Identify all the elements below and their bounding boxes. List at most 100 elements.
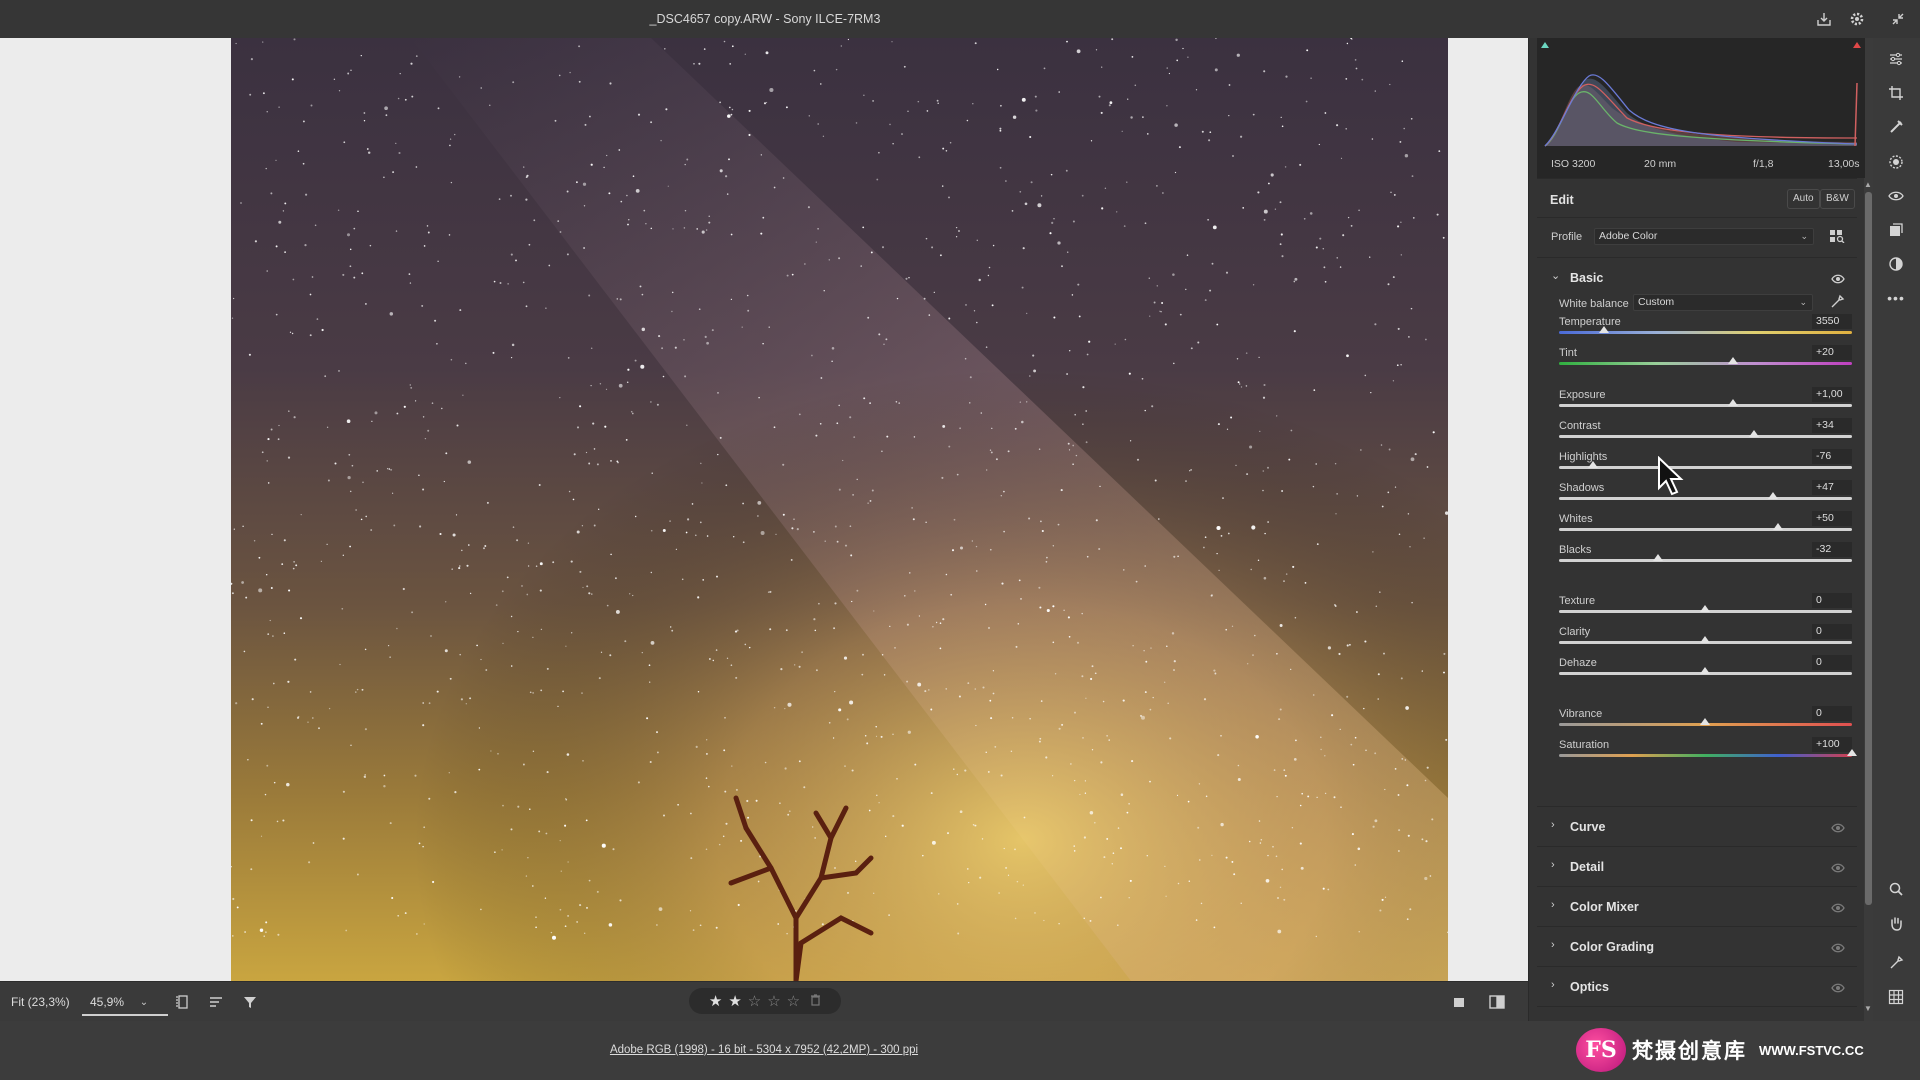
section-title[interactable]: Detail	[1570, 860, 1604, 874]
gear-icon[interactable]	[1847, 9, 1867, 29]
chevron-right-icon[interactable]: ›	[1551, 819, 1555, 831]
star-icon[interactable]: ★	[709, 994, 722, 1009]
snapshots-icon[interactable]	[1885, 253, 1907, 275]
hand-icon[interactable]	[1885, 912, 1907, 934]
star-icon[interactable]: ★	[728, 994, 741, 1009]
section-title[interactable]: Color Mixer	[1570, 900, 1639, 914]
slider-value-field[interactable]: +20	[1812, 345, 1852, 360]
scroll-up-icon[interactable]: ▲	[1864, 180, 1872, 189]
slider-thumb[interactable]	[1767, 492, 1778, 499]
slider-exposure[interactable]: Exposure +1,00	[1559, 387, 1852, 419]
chevron-right-icon[interactable]: ›	[1551, 939, 1555, 951]
slider-thumb[interactable]	[1699, 636, 1710, 643]
photo-preview[interactable]	[231, 38, 1448, 981]
collapse-icon[interactable]	[1888, 9, 1908, 29]
scrollbar-thumb[interactable]	[1865, 192, 1872, 905]
star-icon[interactable]: ☆	[767, 994, 780, 1009]
slider-thumb[interactable]	[1699, 718, 1710, 725]
healing-icon[interactable]	[1885, 116, 1907, 138]
slider-value-field[interactable]: +34	[1812, 418, 1852, 433]
filter-icon[interactable]	[239, 992, 261, 1012]
slider-track[interactable]	[1559, 362, 1852, 365]
slider-dehaze[interactable]: Dehaze 0	[1559, 655, 1852, 687]
bw-button[interactable]: B&W	[1820, 189, 1855, 209]
slider-blacks[interactable]: Blacks -32	[1559, 542, 1852, 574]
slider-track[interactable]	[1559, 466, 1852, 469]
panel-scrollbar[interactable]: ▲ ▼	[1864, 180, 1873, 1015]
fit-zoom-button[interactable]: Fit (23,3%)	[11, 995, 70, 1009]
slider-track[interactable]	[1559, 497, 1852, 500]
zoom-dropdown-icon[interactable]: ⌄	[133, 992, 155, 1012]
slider-track[interactable]	[1559, 528, 1852, 531]
slider-thumb[interactable]	[1773, 523, 1784, 530]
slider-value-field[interactable]: +47	[1812, 480, 1852, 495]
filmstrip-icon[interactable]	[171, 992, 193, 1012]
more-icon[interactable]: •••	[1885, 287, 1907, 309]
masking-icon[interactable]	[1885, 151, 1907, 173]
chevron-right-icon[interactable]: ›	[1551, 979, 1555, 991]
slider-track[interactable]	[1559, 754, 1852, 757]
slider-value-field[interactable]: +100	[1812, 737, 1852, 752]
slider-clarity[interactable]: Clarity 0	[1559, 624, 1852, 656]
red-eye-icon[interactable]	[1885, 185, 1907, 207]
image-canvas[interactable]	[0, 38, 1528, 981]
slider-thumb[interactable]	[1699, 667, 1710, 674]
slider-thumb[interactable]	[1652, 554, 1663, 561]
eye-icon[interactable]	[1831, 942, 1845, 953]
slider-thumb[interactable]	[1847, 749, 1857, 756]
slider-value-field[interactable]: -76	[1812, 449, 1852, 464]
slider-value-field[interactable]: 0	[1812, 624, 1852, 639]
section-color-mixer[interactable]: › Color Mixer	[1537, 887, 1857, 927]
chevron-right-icon[interactable]: ›	[1551, 899, 1555, 911]
slider-highlights[interactable]: Highlights -76	[1559, 449, 1852, 481]
crop-icon[interactable]	[1885, 82, 1907, 104]
slider-value-field[interactable]: 3550	[1812, 314, 1852, 329]
export-icon[interactable]	[1814, 9, 1834, 29]
single-view-icon[interactable]	[1448, 992, 1470, 1012]
slider-shadows[interactable]: Shadows +47	[1559, 480, 1852, 512]
eye-icon[interactable]	[1831, 982, 1845, 993]
zoom-field[interactable]: 45,9%	[82, 988, 168, 1016]
slider-texture[interactable]: Texture 0	[1559, 593, 1852, 625]
eye-icon[interactable]	[1831, 862, 1845, 873]
slider-value-field[interactable]: +1,00	[1812, 387, 1852, 402]
sort-icon[interactable]	[205, 992, 227, 1012]
edit-sliders-icon[interactable]	[1885, 48, 1907, 70]
section-title[interactable]: Curve	[1570, 820, 1605, 834]
profile-dropdown[interactable]: Adobe Color ⌄	[1594, 228, 1814, 245]
slider-value-field[interactable]: +50	[1812, 511, 1852, 526]
file-info-link[interactable]: Adobe RGB (1998) - 16 bit - 5304 x 7952 …	[0, 1044, 1528, 1056]
auto-button[interactable]: Auto	[1787, 189, 1820, 209]
section-title[interactable]: Optics	[1570, 980, 1609, 994]
section-color-grading[interactable]: › Color Grading	[1537, 927, 1857, 967]
chevron-down-icon[interactable]: ⌄	[1551, 269, 1560, 282]
star-rating[interactable]: ★ ★ ☆ ☆ ☆	[689, 988, 841, 1014]
scroll-down-icon[interactable]: ▼	[1864, 1004, 1872, 1013]
slider-contrast[interactable]: Contrast +34	[1559, 418, 1852, 450]
profile-browser-icon[interactable]	[1830, 230, 1845, 246]
section-optics[interactable]: › Optics	[1537, 967, 1857, 1007]
star-icon[interactable]: ☆	[748, 994, 761, 1009]
slider-temperature[interactable]: Temperature 3550	[1559, 314, 1852, 346]
slider-saturation[interactable]: Saturation +100	[1559, 737, 1857, 769]
grid-overlay-icon[interactable]	[1885, 986, 1907, 1008]
sampler-icon[interactable]	[1885, 952, 1907, 974]
eye-icon[interactable]	[1831, 273, 1845, 284]
slider-tint[interactable]: Tint +20	[1559, 345, 1852, 377]
slider-thumb[interactable]	[1699, 605, 1710, 612]
zoom-icon[interactable]	[1885, 878, 1907, 900]
white-balance-dropdown[interactable]: Custom ⌄	[1633, 294, 1813, 311]
compare-view-icon[interactable]	[1486, 992, 1508, 1012]
trash-icon[interactable]	[810, 993, 821, 1009]
slider-thumb[interactable]	[1599, 326, 1610, 333]
slider-thumb[interactable]	[1748, 430, 1759, 437]
slider-whites[interactable]: Whites +50	[1559, 511, 1852, 543]
slider-track[interactable]	[1559, 435, 1852, 438]
basic-title[interactable]: Basic	[1570, 271, 1603, 285]
slider-value-field[interactable]: 0	[1812, 706, 1852, 721]
chevron-right-icon[interactable]: ›	[1551, 859, 1555, 871]
slider-thumb[interactable]	[1728, 399, 1739, 406]
eyedropper-icon[interactable]	[1829, 294, 1845, 313]
slider-track[interactable]	[1559, 404, 1852, 407]
slider-value-field[interactable]: 0	[1812, 593, 1852, 608]
